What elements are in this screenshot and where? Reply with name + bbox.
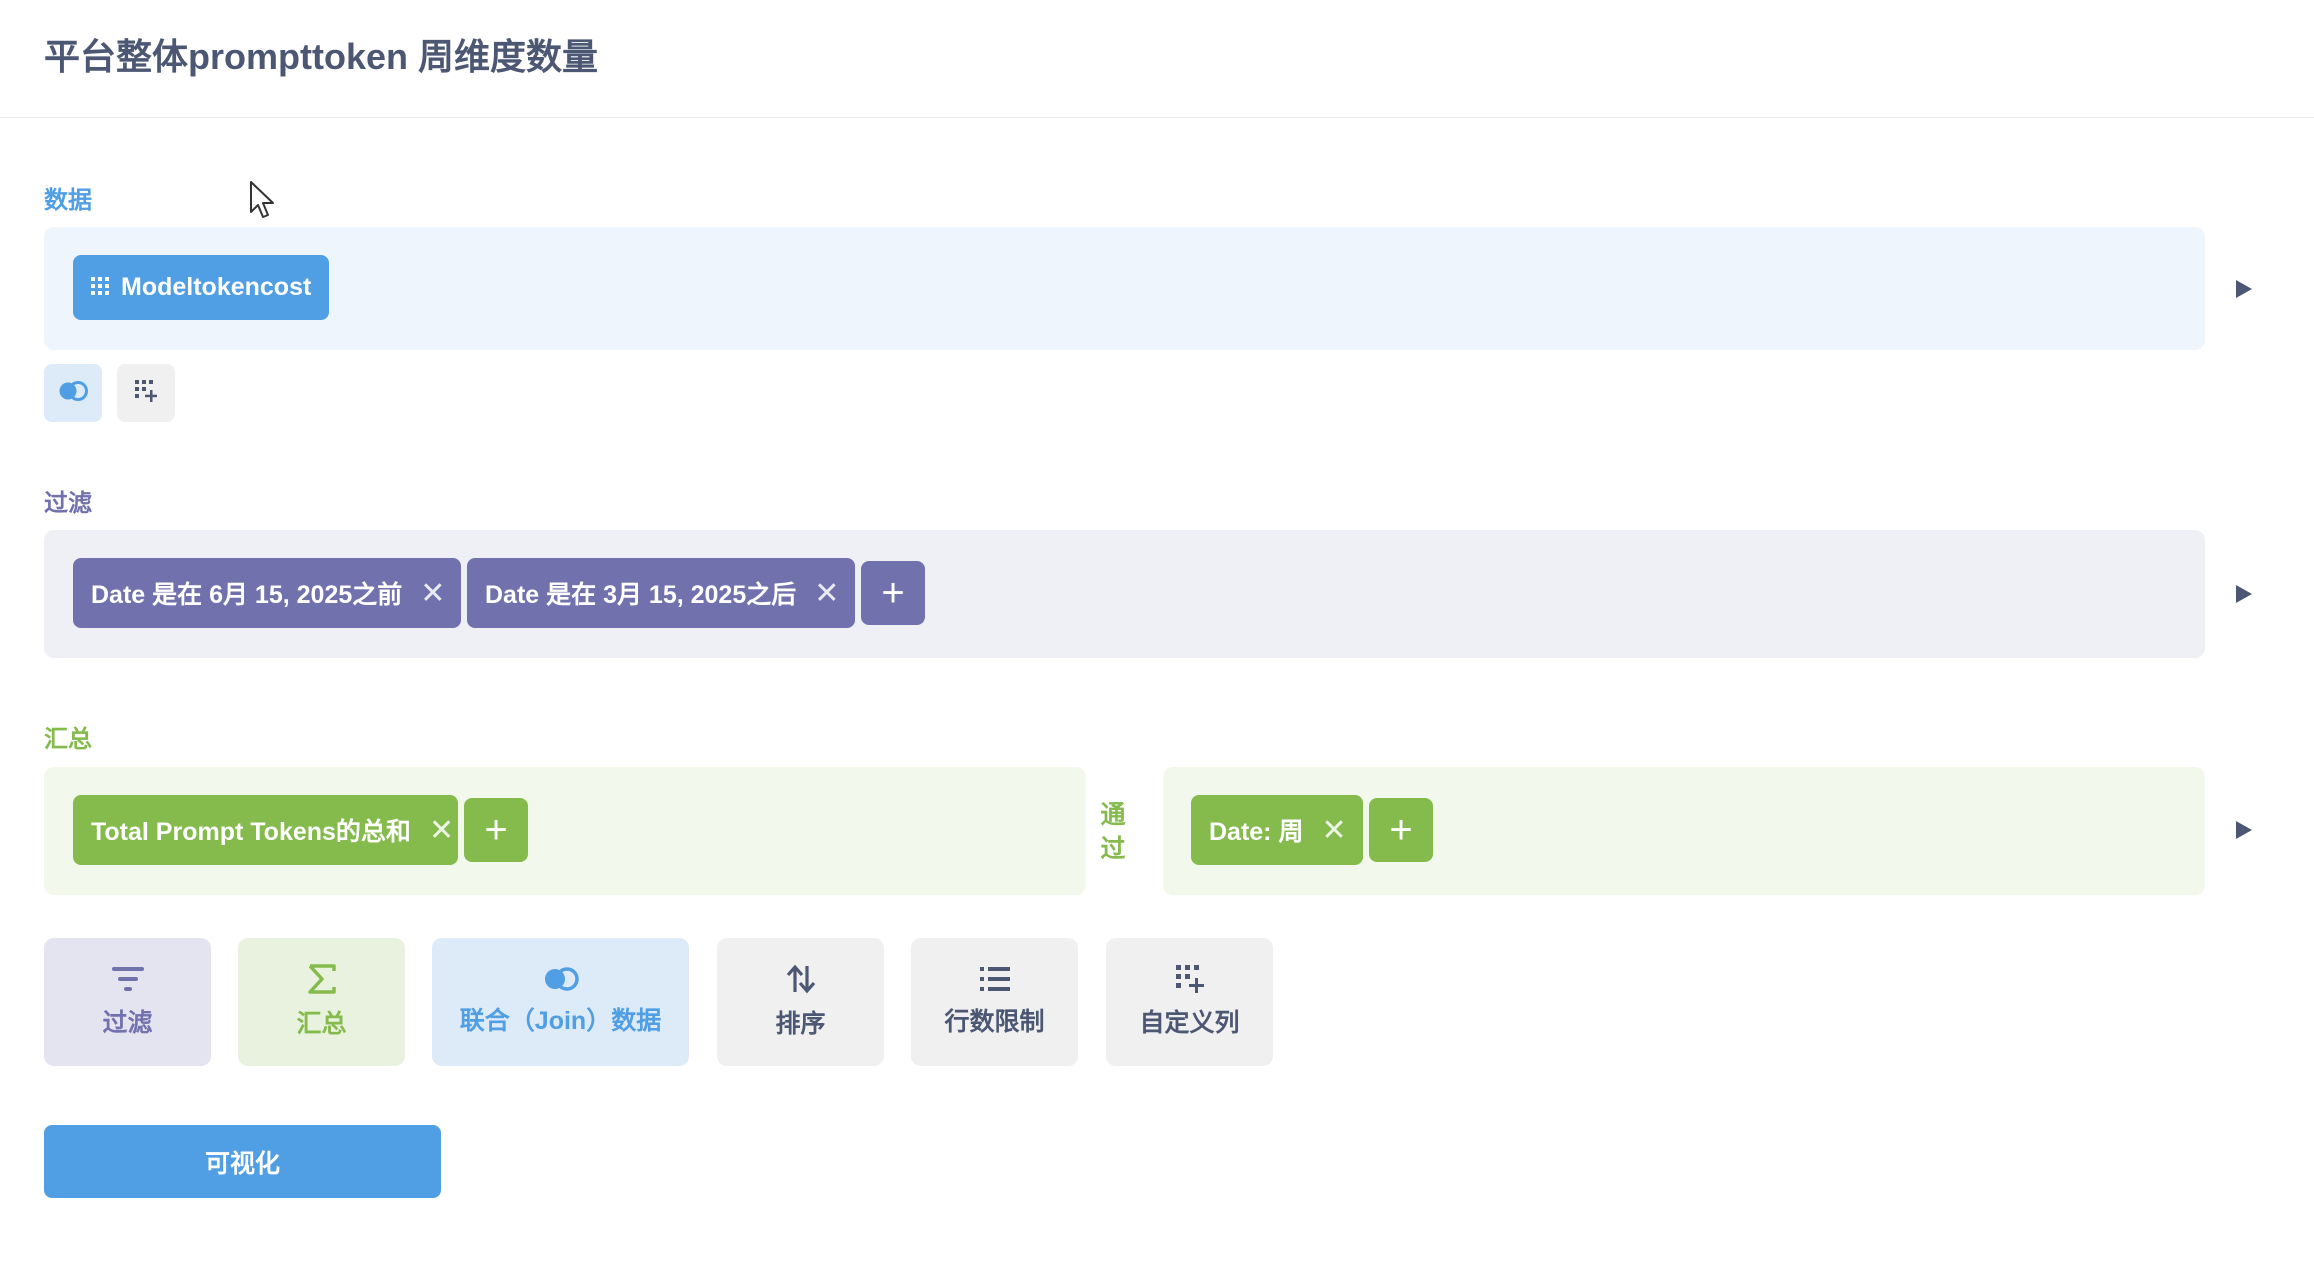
join-icon <box>58 380 88 406</box>
sort-tool-button[interactable]: 排序 <box>717 938 884 1066</box>
filter-pill-label: Date 是在 6月 15, 2025之前 <box>91 581 403 609</box>
join-tool-button[interactable]: 联合（Join）数据 <box>432 938 689 1066</box>
list-icon <box>979 966 1010 992</box>
add-filter-button[interactable]: + <box>861 561 925 625</box>
close-icon[interactable]: ✕ <box>429 813 454 848</box>
header: 平台整体prompttoken 周维度数量 <box>0 0 2314 118</box>
table-name: Modeltokencost <box>121 273 312 301</box>
data-run-arrow[interactable] <box>2236 280 2252 298</box>
add-breakout-button[interactable]: + <box>1369 798 1433 862</box>
join-tool-label: 联合（Join）数据 <box>459 1007 662 1035</box>
close-icon[interactable]: ✕ <box>420 576 445 611</box>
visualize-button[interactable]: 可视化 <box>44 1125 441 1198</box>
custom-column-tool-button[interactable]: 自定义列 <box>1106 938 1273 1066</box>
metric-pill[interactable]: Total Prompt Tokens的总和 ✕ <box>73 795 458 865</box>
filter-section-label: 过滤 <box>44 490 92 517</box>
summarize-tool-label: 汇总 <box>296 1010 347 1038</box>
data-section-label: 数据 <box>44 187 92 214</box>
summarize-tool-button[interactable]: 汇总 <box>238 938 405 1066</box>
limit-tool-button[interactable]: 行数限制 <box>911 938 1078 1066</box>
sort-tool-label: 排序 <box>775 1010 826 1038</box>
by-label: 通过 <box>1100 801 1126 863</box>
filter-tool-button[interactable]: 过滤 <box>44 938 211 1066</box>
join-icon <box>543 967 579 991</box>
page-title: 平台整体prompttoken 周维度数量 <box>44 36 598 77</box>
data-panel: Modeltokencost <box>44 227 2205 350</box>
table-pill[interactable]: Modeltokencost <box>73 255 330 320</box>
close-icon[interactable]: ✕ <box>1321 813 1346 848</box>
filter-tool-label: 过滤 <box>102 1009 153 1037</box>
filter-pill-label: Date 是在 3月 15, 2025之后 <box>485 581 797 609</box>
sigma-icon <box>307 964 336 994</box>
filter-icon <box>111 965 144 993</box>
custom-column-small-button[interactable] <box>117 364 175 422</box>
summarize-section-label: 汇总 <box>44 726 92 753</box>
metric-pill-label: Total Prompt Tokens的总和 <box>91 818 411 846</box>
filter-pill[interactable]: Date 是在 3月 15, 2025之后 ✕ <box>467 558 855 628</box>
grid-icon <box>91 273 109 302</box>
breakout-pill[interactable]: Date: 周 ✕ <box>1191 795 1363 865</box>
close-icon[interactable]: ✕ <box>814 576 839 611</box>
sort-icon <box>786 964 816 994</box>
cursor-icon <box>249 180 277 225</box>
limit-tool-label: 行数限制 <box>944 1008 1045 1036</box>
join-small-button[interactable] <box>44 364 102 422</box>
filter-run-arrow[interactable] <box>2236 585 2252 603</box>
breakout-pill-label: Date: 周 <box>1209 818 1304 846</box>
add-column-icon <box>1175 965 1204 993</box>
custom-column-tool-label: 自定义列 <box>1139 1009 1240 1037</box>
filter-pill[interactable]: Date 是在 6月 15, 2025之前 ✕ <box>73 558 461 628</box>
add-metric-button[interactable]: + <box>464 798 528 862</box>
summarize-run-arrow[interactable] <box>2236 821 2252 839</box>
add-column-icon <box>135 379 157 407</box>
